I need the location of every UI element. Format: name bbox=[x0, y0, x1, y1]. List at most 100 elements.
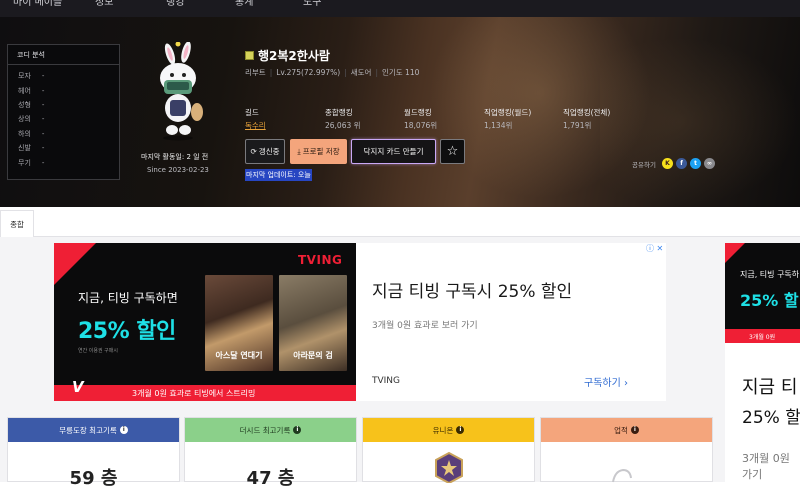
info-icon[interactable]: i bbox=[456, 426, 465, 434]
stat-total-rank-value: 26,063 위 bbox=[325, 121, 361, 130]
top-nav: 마이 메이플 정보 랭킹 통계 도구 bbox=[0, 0, 800, 17]
coordi-label: 모자 bbox=[18, 72, 31, 81]
nav-item-stats[interactable]: 통계 bbox=[235, 0, 253, 8]
favorite-star-icon[interactable]: ☆ bbox=[440, 139, 465, 164]
ad-bottom-bar: 3개월 0원 효과로 티빙에서 스트리밍 bbox=[54, 385, 356, 401]
info-icon[interactable]: i bbox=[119, 426, 128, 434]
union-card[interactable]: 유니온 i bbox=[362, 417, 535, 483]
ad-title[interactable]: 지금 티빙 구독시 25% 할인 bbox=[372, 277, 572, 302]
stat-total-rank-label: 종합랭킹 bbox=[325, 108, 353, 117]
coordi-value: - bbox=[41, 86, 45, 95]
side-ad-subtitle: 3개월 0원가기 bbox=[742, 450, 790, 482]
refresh-icon: ⟳ bbox=[250, 147, 257, 156]
make-card-button[interactable]: 닥지지 카드 만들기 bbox=[351, 139, 436, 164]
stat-world-rank-value: 18,076위 bbox=[404, 121, 438, 130]
coordi-label: 헤어 bbox=[18, 86, 31, 95]
hero-bg-art-2 bbox=[600, 37, 800, 207]
ad-brand-logo: TVING bbox=[298, 253, 343, 267]
share-label: 공유하기 bbox=[632, 161, 656, 169]
stat-guild-label: 길드 bbox=[245, 108, 259, 117]
stat-job-world-rank-value: 1,134위 bbox=[484, 121, 513, 130]
ad-creative[interactable]: TVING 지금, 티빙 구독하면 25% 할인 연간 이용권 구매시 아스달 … bbox=[54, 243, 356, 401]
stat-job-all-rank-value: 1,791위 bbox=[563, 121, 592, 130]
ad-fineprint: 연간 이용권 구매시 bbox=[78, 348, 118, 354]
union-card-title: 유니온 bbox=[432, 425, 454, 435]
nav-item-my-maple[interactable]: 마이 메이플 bbox=[13, 0, 62, 8]
union-card-header: 유니온 i bbox=[363, 418, 534, 442]
achievement-card[interactable]: 업적 i bbox=[540, 417, 713, 483]
union-emblem-icon bbox=[435, 451, 463, 483]
kakao-icon[interactable]: K bbox=[662, 158, 673, 169]
link-icon[interactable]: ∞ bbox=[704, 158, 715, 169]
coordi-row: 신발 - bbox=[8, 141, 119, 155]
side-ad-title-1: 지금 티 bbox=[742, 377, 798, 398]
save-profile-button[interactable]: ⤓ 프로필 저장 bbox=[290, 139, 347, 164]
character-popularity: 인기도 110 bbox=[381, 68, 420, 77]
side-ad-creative[interactable]: 지금, 티빙 구독하 25% 할 3개월 0원 bbox=[725, 243, 800, 343]
refresh-button[interactable]: ⟳ 갱신중 bbox=[245, 139, 285, 164]
ad-advertiser: TVING bbox=[372, 376, 401, 386]
coordi-value: - bbox=[41, 158, 45, 167]
mureung-card-header: 무릉도장 최고기록 i bbox=[8, 418, 179, 442]
download-icon: ⤓ bbox=[297, 146, 301, 156]
character-guild-class: 새도어 bbox=[350, 68, 372, 77]
ad-poster-1: 아스달 연대기 bbox=[205, 275, 273, 371]
coordi-value: - bbox=[41, 144, 45, 153]
facebook-icon[interactable]: f bbox=[676, 158, 687, 169]
nav-item-tools[interactable]: 도구 bbox=[303, 0, 321, 8]
world-icon bbox=[245, 51, 254, 60]
stat-job-all-rank-label: 직업랭킹(전체) bbox=[563, 108, 611, 117]
info-icon[interactable]: i bbox=[293, 426, 302, 434]
character-name: 행2복2한사람 bbox=[245, 47, 330, 64]
side-ad-subtitle-2: 가기 bbox=[742, 468, 763, 481]
coordi-row: 헤어 - bbox=[8, 83, 119, 97]
character-name-text: 행2복2한사람 bbox=[258, 49, 330, 63]
ad-banner[interactable]: TVING 지금, 티빙 구독하면 25% 할인 연간 이용권 구매시 아스달 … bbox=[54, 243, 666, 401]
coordi-label: 신발 bbox=[18, 144, 31, 153]
character-meta: 리부트 | Lv.275(72.997%) | 새도어 | 인기도 110 bbox=[245, 68, 420, 77]
coordi-label: 무기 bbox=[18, 158, 31, 167]
character-avatar bbox=[160, 42, 203, 141]
mureung-card-value: 59 층 bbox=[69, 468, 118, 489]
ad-choices-icon[interactable]: ⓘ ✕ bbox=[646, 243, 663, 254]
coordi-row: 하의 - bbox=[8, 127, 119, 141]
poster-2-title: 아라문의 검 bbox=[293, 351, 333, 360]
coordi-row: 성형 - bbox=[8, 98, 119, 112]
ad-corner-shape bbox=[54, 243, 96, 285]
nav-item-ranking[interactable]: 랭킹 bbox=[166, 0, 184, 8]
stat-job-world-rank-label: 직업랭킹(월드) bbox=[484, 108, 532, 117]
character-job: 리부트 bbox=[245, 68, 266, 77]
info-icon[interactable]: i bbox=[630, 426, 639, 434]
coordi-panel: 코디 분석 모자 - 헤어 - 성형 - 상의 - 하의 - 신발 - 무기 - bbox=[7, 44, 120, 180]
mureung-card-title: 무릉도장 최고기록 bbox=[59, 425, 117, 435]
stat-world-rank-label: 월드랭킹 bbox=[404, 108, 432, 117]
ad-subtitle: 3개월 0원 효과로 보러 가기 bbox=[372, 321, 478, 331]
achievement-icon bbox=[612, 468, 632, 483]
theseed-card-value: 47 층 bbox=[246, 468, 295, 489]
save-profile-label: 프로필 저장 bbox=[302, 147, 340, 156]
side-ad-subtitle-1: 3개월 0원 bbox=[742, 452, 790, 465]
side-ad-bottom-bar: 3개월 0원 bbox=[725, 329, 800, 343]
tab-total[interactable]: 종합 bbox=[0, 210, 34, 237]
last-update: 마지막 업데이트: 오늘 bbox=[245, 169, 312, 181]
coordi-label: 하의 bbox=[18, 129, 31, 138]
mureung-card[interactable]: 무릉도장 최고기록 i 59 층 bbox=[7, 417, 180, 489]
side-ad-corner-shape bbox=[725, 243, 745, 263]
tab-bar bbox=[0, 207, 800, 237]
theseed-card-header: 더시드 최고기록 i bbox=[185, 418, 356, 442]
side-ad-discount: 25% 할 bbox=[740, 291, 799, 310]
coordi-label: 상의 bbox=[18, 115, 31, 124]
theseed-card[interactable]: 더시드 최고기록 i 47 층 bbox=[184, 417, 357, 489]
last-active-date: 마지막 활동일: 2 일 전 bbox=[141, 153, 209, 161]
stat-guild-value[interactable]: 독수리 bbox=[245, 120, 266, 131]
theseed-card-title: 더시드 최고기록 bbox=[239, 425, 291, 435]
side-ad-text[interactable]: 지금 티 25% 할 3개월 0원 가기 bbox=[725, 343, 800, 482]
achievement-card-header: 업적 i bbox=[541, 418, 712, 442]
coordi-row: 모자 - bbox=[8, 69, 119, 83]
nav-item-info[interactable]: 정보 bbox=[95, 0, 113, 8]
coordi-title: 코디 분석 bbox=[8, 45, 119, 65]
character-level: Lv.275(72.997%) bbox=[276, 68, 341, 77]
twitter-icon[interactable]: t bbox=[690, 158, 701, 169]
ad-subscribe-link[interactable]: 구독하기 › bbox=[584, 374, 628, 389]
coordi-value: - bbox=[41, 72, 45, 81]
